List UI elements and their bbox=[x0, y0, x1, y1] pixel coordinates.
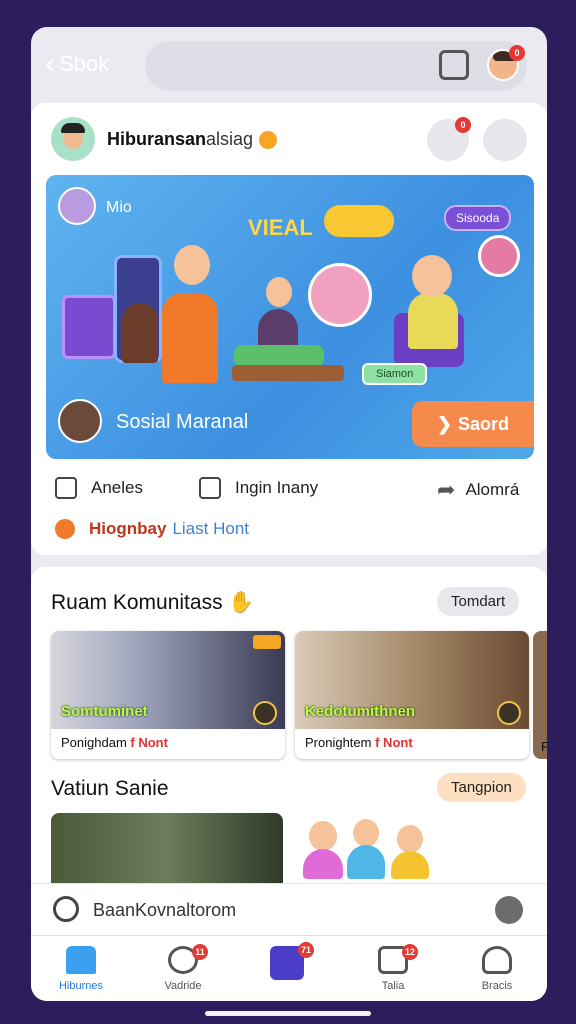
notification-badge: 0 bbox=[509, 45, 525, 61]
hand-icon: ✋ bbox=[228, 591, 255, 614]
person-head-4 bbox=[412, 255, 452, 297]
tile-caption: Ponighdam f Nont bbox=[61, 735, 168, 750]
heart-icon bbox=[55, 519, 75, 539]
tile-label: Kedotumithnen bbox=[305, 703, 415, 720]
person-illustration bbox=[162, 293, 218, 383]
app-window: ‹ Sbok 0 Hiburansanalsiag 0 Mio VIEAL Si… bbox=[31, 27, 547, 1001]
chevron-left-icon: ‹ bbox=[45, 47, 55, 80]
voice-search-icon[interactable] bbox=[495, 896, 523, 924]
header-badge: 0 bbox=[455, 117, 471, 133]
community-tile[interactable]: Somtuminet Ponighdam f Nont bbox=[51, 631, 285, 759]
tab-home[interactable]: Hiburnes bbox=[46, 946, 116, 992]
cloud-illustration bbox=[324, 205, 394, 237]
banner-mini-label: Mio bbox=[106, 199, 132, 216]
banner-cta-button[interactable]: ❯ Saord bbox=[412, 401, 534, 447]
post-card: Hiburansanalsiag 0 Mio VIEAL Sisooda Sia… bbox=[31, 103, 547, 555]
community-tile[interactable]: Kedotumithnen Pronightem f Nont bbox=[295, 631, 529, 759]
tile-corner-badge bbox=[253, 635, 281, 649]
tablet-illustration bbox=[62, 295, 116, 359]
post-header: Hiburansanalsiag bbox=[51, 117, 278, 161]
banner-tag: Sisooda bbox=[444, 205, 512, 231]
kids-illustration bbox=[287, 817, 437, 883]
back-label: Sbok bbox=[59, 51, 110, 76]
profile-bubble-small bbox=[478, 235, 520, 277]
thumbs-up-icon bbox=[55, 477, 77, 499]
banner-green-tag: Siamon bbox=[362, 363, 428, 385]
tile-label: Somtuminet bbox=[61, 703, 148, 720]
top-bar: ‹ Sbok 0 bbox=[31, 27, 547, 99]
banner-avatar bbox=[58, 187, 96, 225]
section2-title: Vatiun Sanie bbox=[51, 777, 169, 800]
search-icon bbox=[53, 896, 79, 922]
post-actions: Aneles Ingin Inany ➦ Alomrá bbox=[31, 471, 547, 507]
author-name[interactable]: Hiburansanalsiag bbox=[107, 129, 278, 150]
caption-avatar bbox=[58, 399, 102, 443]
verified-icon bbox=[259, 130, 278, 149]
community-pill-button[interactable]: Tomdart bbox=[437, 587, 520, 616]
sofa-illustration bbox=[234, 345, 324, 367]
banner-headline: VIEAL bbox=[248, 215, 313, 240]
post-highlight[interactable]: Hiognbay Liast Hont bbox=[55, 519, 249, 539]
community-card: Ruam Komunitass ✋ Tomdart Somtuminet Pon… bbox=[31, 567, 547, 927]
person-illustration-2 bbox=[122, 303, 158, 363]
profile-bubble bbox=[308, 263, 372, 327]
bottom-search-bar[interactable]: BaanKovnaltorom bbox=[31, 883, 547, 935]
post-banner-image[interactable]: Mio VIEAL Sisooda Siamon Sosial Maranal … bbox=[46, 175, 534, 459]
comment-action[interactable]: Ingin Inany bbox=[199, 477, 318, 499]
search-input[interactable]: BaanKovnaltorom bbox=[93, 900, 236, 921]
tile-check-icon bbox=[497, 701, 521, 725]
section2-pill-button[interactable]: Tangpion bbox=[437, 773, 526, 802]
video-thumbnail[interactable] bbox=[51, 813, 283, 883]
share-action[interactable]: ➦ Alomrá bbox=[437, 477, 519, 503]
comment-icon bbox=[199, 477, 221, 499]
chat-icon[interactable] bbox=[439, 50, 469, 80]
home-icon bbox=[66, 946, 96, 974]
banner-caption: Sosial Maranal bbox=[116, 411, 249, 433]
tab-talia[interactable]: 12 Talia bbox=[358, 944, 428, 992]
person-head bbox=[174, 245, 210, 285]
author-avatar[interactable] bbox=[51, 117, 95, 161]
share-icon: ➦ bbox=[437, 477, 456, 502]
person-head-3 bbox=[266, 277, 292, 307]
community-title: Ruam Komunitass ✋ bbox=[51, 591, 255, 614]
home-indicator bbox=[205, 1011, 371, 1016]
arrow-icon: ❯ bbox=[436, 413, 453, 434]
bottom-tab-bar: Hiburnes 11 Vadride 71 12 Talia Bracis bbox=[31, 935, 547, 1001]
tile-caption: Pronightem f Nont bbox=[305, 735, 413, 750]
top-search-pill[interactable] bbox=[145, 41, 527, 91]
tab-videos[interactable]: 11 Vadride bbox=[148, 944, 218, 992]
tab-profile[interactable]: Bracis bbox=[462, 946, 532, 992]
tile-check-icon bbox=[253, 701, 277, 725]
more-options-button[interactable] bbox=[483, 119, 527, 161]
person-illustration-4 bbox=[408, 293, 458, 349]
back-button[interactable]: ‹ Sbok bbox=[45, 49, 109, 79]
community-tile-partial[interactable]: P bbox=[533, 631, 547, 759]
like-action[interactable]: Aneles bbox=[55, 477, 143, 499]
tab-create[interactable]: 71 bbox=[252, 942, 322, 986]
person-icon bbox=[482, 946, 512, 974]
table-illustration bbox=[232, 365, 344, 381]
